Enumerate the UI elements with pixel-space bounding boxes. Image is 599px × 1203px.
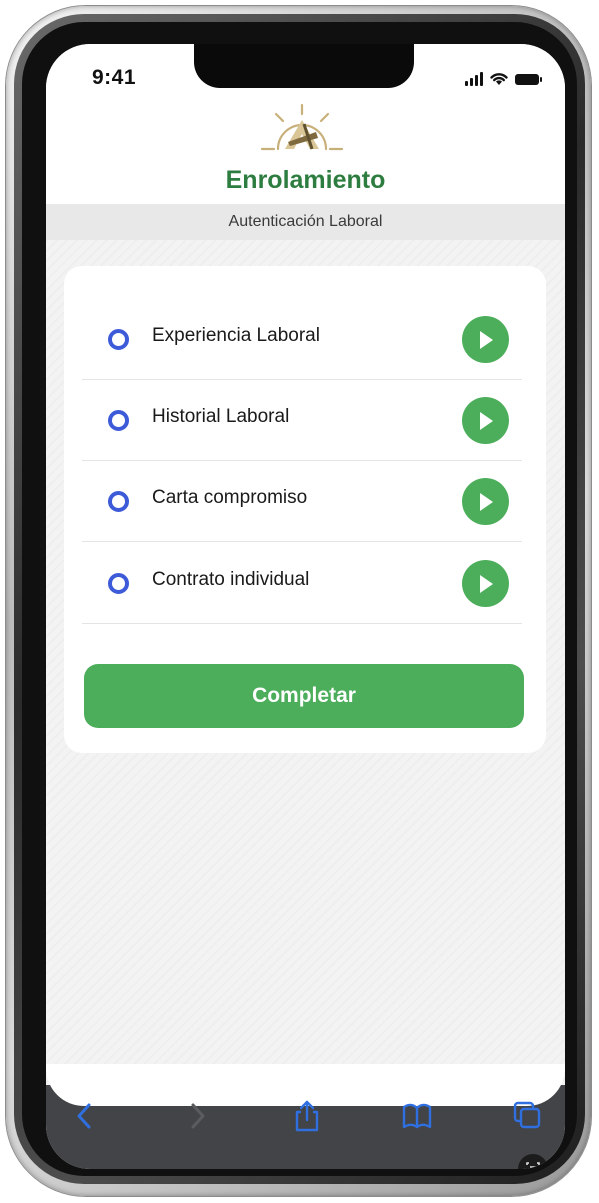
task-label: Experiencia Laboral: [152, 325, 320, 346]
radio-icon[interactable]: [108, 329, 129, 350]
status-icons: [465, 70, 542, 86]
share-icon[interactable]: [290, 1099, 324, 1133]
status-time: 9:41: [92, 66, 137, 89]
scan-text-icon[interactable]: [518, 1154, 548, 1169]
task-label: Historial Laboral: [152, 406, 290, 427]
task-label: Carta compromiso: [152, 487, 308, 508]
status-bar: 9:41: [46, 44, 565, 102]
task-row-carta-compromiso[interactable]: Carta compromiso: [82, 461, 522, 542]
play-icon[interactable]: [462, 478, 509, 525]
task-row-contrato-individual[interactable]: Contrato individual: [82, 543, 522, 624]
task-row-experiencia-laboral[interactable]: Experiencia Laboral: [82, 299, 522, 380]
task-row-historial-laboral[interactable]: Historial Laboral: [82, 380, 522, 461]
app-header: Enrolamiento: [46, 102, 565, 204]
battery-icon: [515, 74, 542, 85]
play-icon[interactable]: [462, 560, 509, 607]
tabs-icon[interactable]: [510, 1099, 544, 1133]
radio-icon[interactable]: [108, 410, 129, 431]
phone-screen: 9:41 Enrolamiento Autenticación Laboral …: [46, 44, 565, 1169]
tasks-card: Experiencia Laboral Historial Laboral Ca…: [64, 266, 546, 753]
notch: [194, 44, 414, 88]
radio-icon[interactable]: [108, 573, 129, 594]
back-icon[interactable]: [68, 1099, 102, 1133]
bookmarks-icon[interactable]: [400, 1099, 434, 1133]
page-subtitle: Autenticación Laboral: [46, 204, 565, 240]
task-label: Contrato individual: [152, 569, 310, 590]
play-icon[interactable]: [462, 316, 509, 363]
wifi-icon: [490, 73, 508, 85]
helm-logo-icon: [260, 103, 344, 151]
forward-icon[interactable]: [180, 1099, 214, 1133]
play-icon[interactable]: [462, 397, 509, 444]
complete-button[interactable]: Completar: [84, 664, 524, 728]
radio-icon[interactable]: [108, 491, 129, 512]
cellular-signal-icon: [465, 72, 483, 86]
page-title: Enrolamiento: [225, 166, 386, 194]
